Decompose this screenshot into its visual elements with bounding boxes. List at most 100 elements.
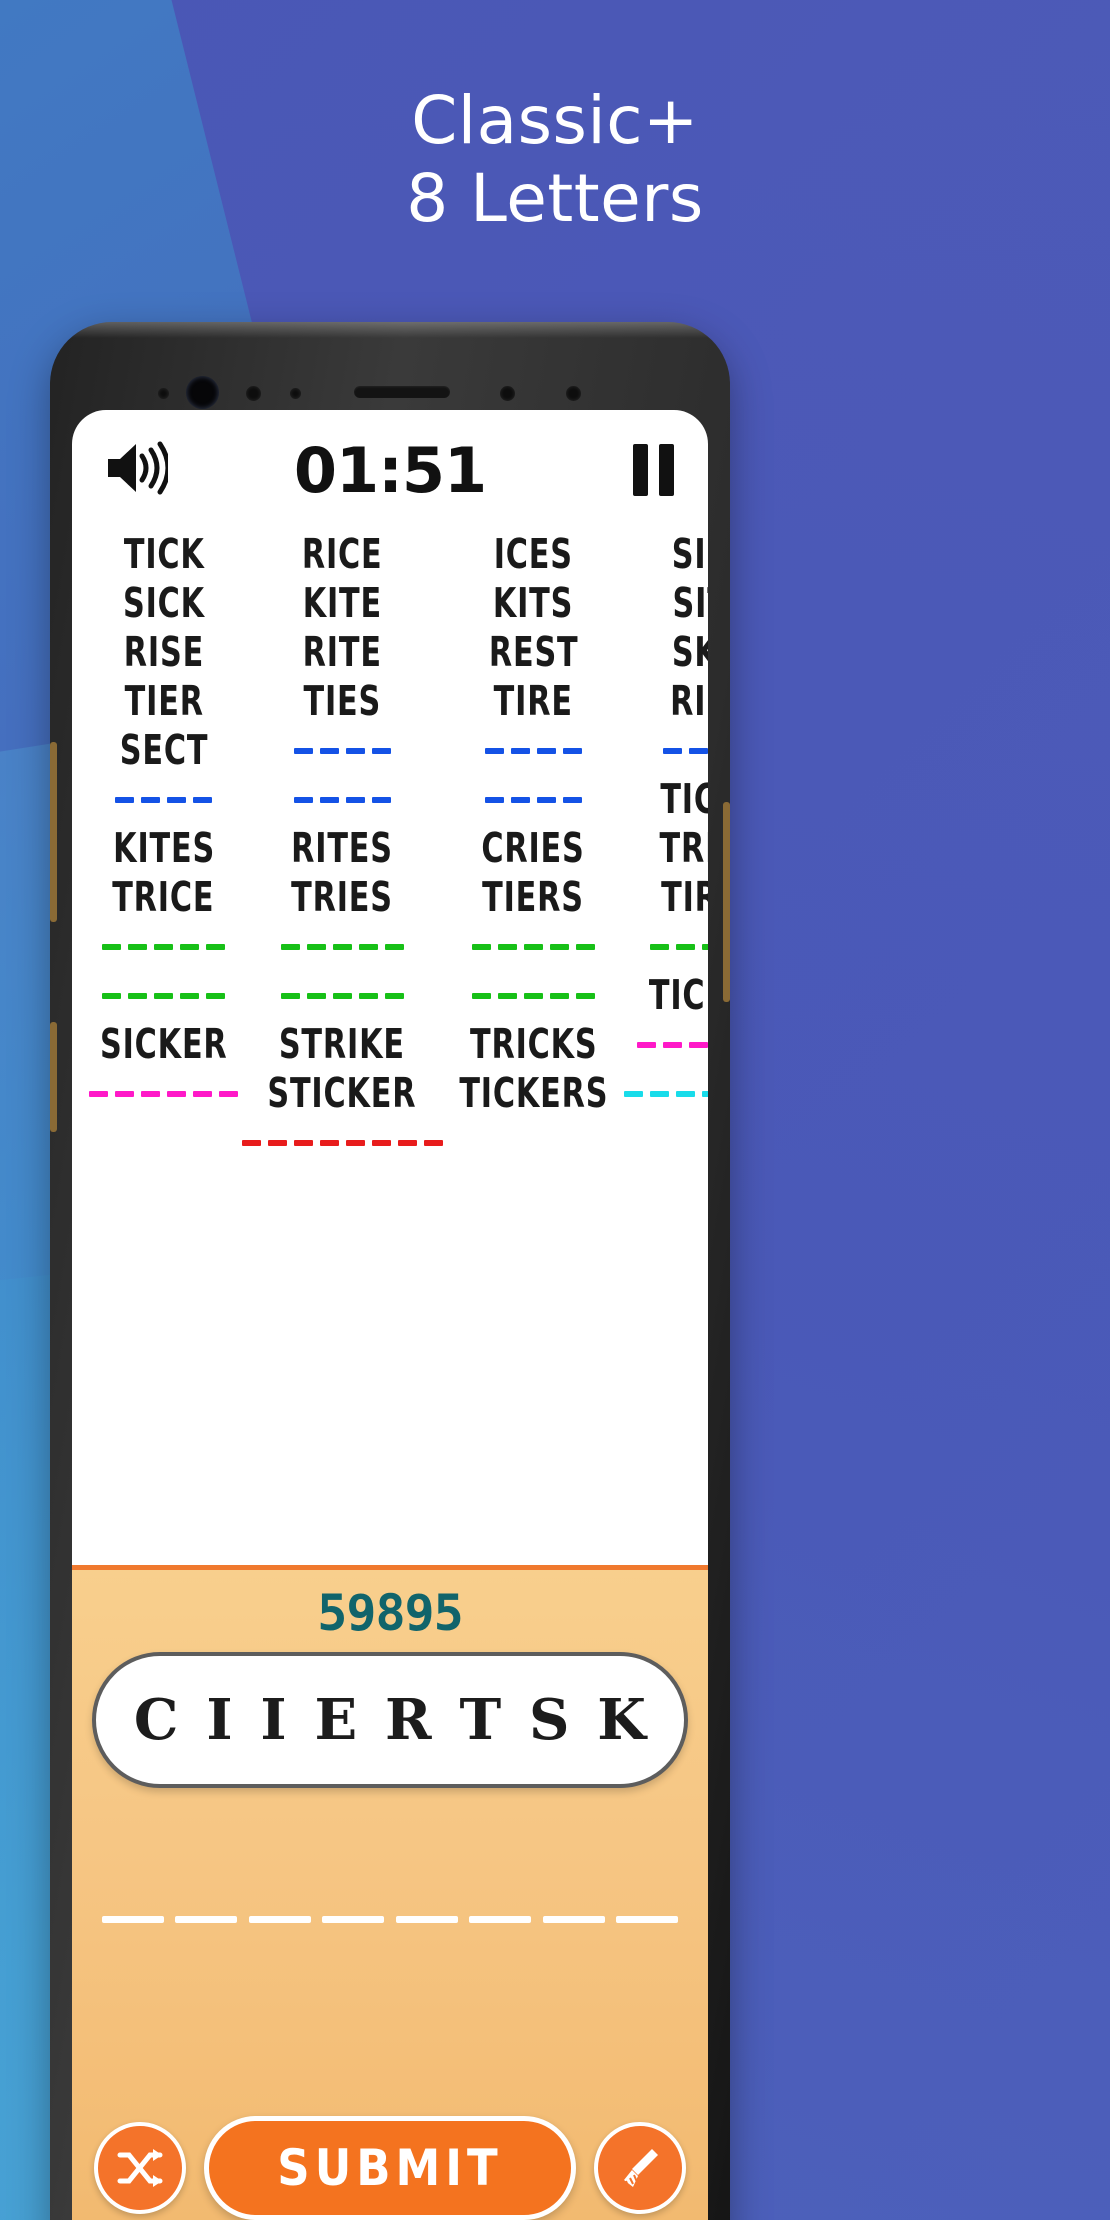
found-word: RISK: [670, 677, 708, 725]
letter-tile-3[interactable]: I: [260, 1687, 286, 1753]
word-column-2: RICE KITE RITE TIES RITES TRIES STRIKE STICKER: [241, 530, 443, 1565]
blank-dash: [102, 992, 122, 999]
blank-dash: [154, 943, 174, 950]
answer-slot-3[interactable]: [248, 1916, 311, 1923]
blank-dash: [293, 747, 313, 754]
score-display: 59895: [317, 1584, 464, 1642]
answer-slot-7[interactable]: [542, 1916, 605, 1923]
blank-dash: [650, 1090, 670, 1097]
found-word: SIRE: [671, 530, 708, 578]
letter-tile-8[interactable]: K: [597, 1687, 646, 1753]
blank-word-slot: [624, 1069, 708, 1118]
blank-dash: [319, 1139, 339, 1146]
found-word: STRIKE: [279, 1020, 406, 1068]
blank-dash: [358, 992, 378, 999]
found-word: KITES: [112, 824, 215, 872]
blank-dash: [637, 1041, 657, 1048]
letter-tile-1[interactable]: C: [134, 1687, 179, 1753]
blank-dash: [180, 992, 200, 999]
blank-word-slot: [293, 726, 391, 775]
answer-slot-4[interactable]: [322, 1916, 385, 1923]
blank-word-slot: [89, 1069, 239, 1118]
found-word: TICK: [123, 530, 205, 578]
letter-tile-4[interactable]: E: [314, 1687, 357, 1753]
pause-button[interactable]: [633, 444, 674, 496]
found-word: STICKER: [267, 1069, 417, 1117]
blank-dash: [689, 1041, 708, 1048]
pause-icon-bar-left: [633, 444, 648, 496]
answer-slot-2[interactable]: [175, 1916, 238, 1923]
found-word: CRIES: [481, 824, 586, 872]
screenshot-root: Classic+ 8 Letters 01:51 TICK SICK RISE …: [0, 0, 1110, 2220]
found-word: TIES: [303, 677, 381, 725]
found-words-grid: TICK SICK RISE TIER SECT KITES TRICE SICKER RICE…: [72, 530, 708, 1565]
blank-dash: [549, 992, 569, 999]
answer-slot-8[interactable]: [615, 1916, 678, 1923]
blank-dash: [115, 1090, 135, 1097]
blank-dash: [193, 796, 213, 803]
blank-dash: [241, 1139, 261, 1146]
found-word: TRICE: [112, 873, 215, 921]
pause-icon-bar-right: [659, 444, 674, 496]
letter-tile-5[interactable]: R: [385, 1687, 432, 1753]
blank-word-slot: [115, 775, 213, 824]
phone-bezel-highlight: [50, 322, 730, 338]
sensor-dot-1: [158, 388, 169, 399]
blank-dash: [167, 1090, 187, 1097]
sound-toggle-button[interactable]: [106, 441, 171, 500]
speaker-on-icon: [108, 441, 171, 494]
found-word: SKIT: [671, 628, 708, 676]
found-word: KITS: [493, 579, 574, 627]
app-screen: 01:51 TICK SICK RISE TIER SECT KITES TRICE SICK…: [72, 410, 708, 2220]
blank-word-slot: [471, 971, 595, 1020]
found-word: TIERS: [482, 873, 585, 921]
blank-dash: [510, 796, 530, 803]
blank-dash: [141, 796, 161, 803]
blank-dash: [141, 1090, 161, 1097]
blank-dash: [280, 943, 300, 950]
blank-word-slot: [650, 922, 708, 971]
blank-dash: [115, 796, 135, 803]
background-shape-right: [730, 0, 1110, 2220]
phone-mockup: 01:51 TICK SICK RISE TIER SECT KITES TRICE SICK…: [50, 322, 730, 2220]
blank-dash: [397, 1139, 417, 1146]
found-word: TICKER: [648, 971, 708, 1019]
blank-dash: [128, 992, 148, 999]
shuffle-button[interactable]: [94, 2122, 186, 2214]
submit-button[interactable]: SUBMIT: [204, 2116, 576, 2220]
found-word: KITE: [302, 579, 382, 627]
blank-word-slot: [241, 1118, 443, 1167]
clear-button[interactable]: [594, 2122, 686, 2214]
blank-dash: [497, 943, 517, 950]
found-word: TICKS: [660, 775, 708, 823]
phone-button-left-top: [50, 742, 57, 922]
letter-tile-7[interactable]: S: [529, 1687, 569, 1753]
blank-dash: [219, 1090, 239, 1097]
blank-dash: [206, 943, 226, 950]
answer-slots: [102, 1916, 678, 1923]
blank-dash: [523, 943, 543, 950]
blank-dash: [510, 747, 530, 754]
answer-slot-5[interactable]: [395, 1916, 458, 1923]
answer-slot-1[interactable]: [102, 1916, 164, 1923]
blank-dash: [345, 1139, 365, 1146]
blank-dash: [562, 747, 582, 754]
found-word: TICKERS: [458, 1069, 608, 1117]
blank-dash: [332, 943, 352, 950]
found-word: SITE: [672, 579, 708, 627]
blank-dash: [549, 943, 569, 950]
front-camera-icon: [186, 376, 219, 409]
blank-dash: [676, 943, 696, 950]
letter-tile-6[interactable]: T: [459, 1687, 501, 1753]
letter-tile-2[interactable]: I: [206, 1687, 232, 1753]
blank-dash: [358, 943, 378, 950]
found-word: SECT: [119, 726, 209, 774]
blank-dash: [702, 1090, 708, 1097]
word-column-1: TICK SICK RISE TIER SECT KITES TRICE SICKER: [86, 530, 242, 1565]
letter-rack[interactable]: CIIERTSK: [92, 1652, 688, 1788]
blank-dash: [562, 796, 582, 803]
answer-slot-6[interactable]: [469, 1916, 532, 1923]
blank-dash: [676, 1090, 696, 1097]
blank-dash: [293, 1139, 313, 1146]
blank-dash: [306, 992, 326, 999]
